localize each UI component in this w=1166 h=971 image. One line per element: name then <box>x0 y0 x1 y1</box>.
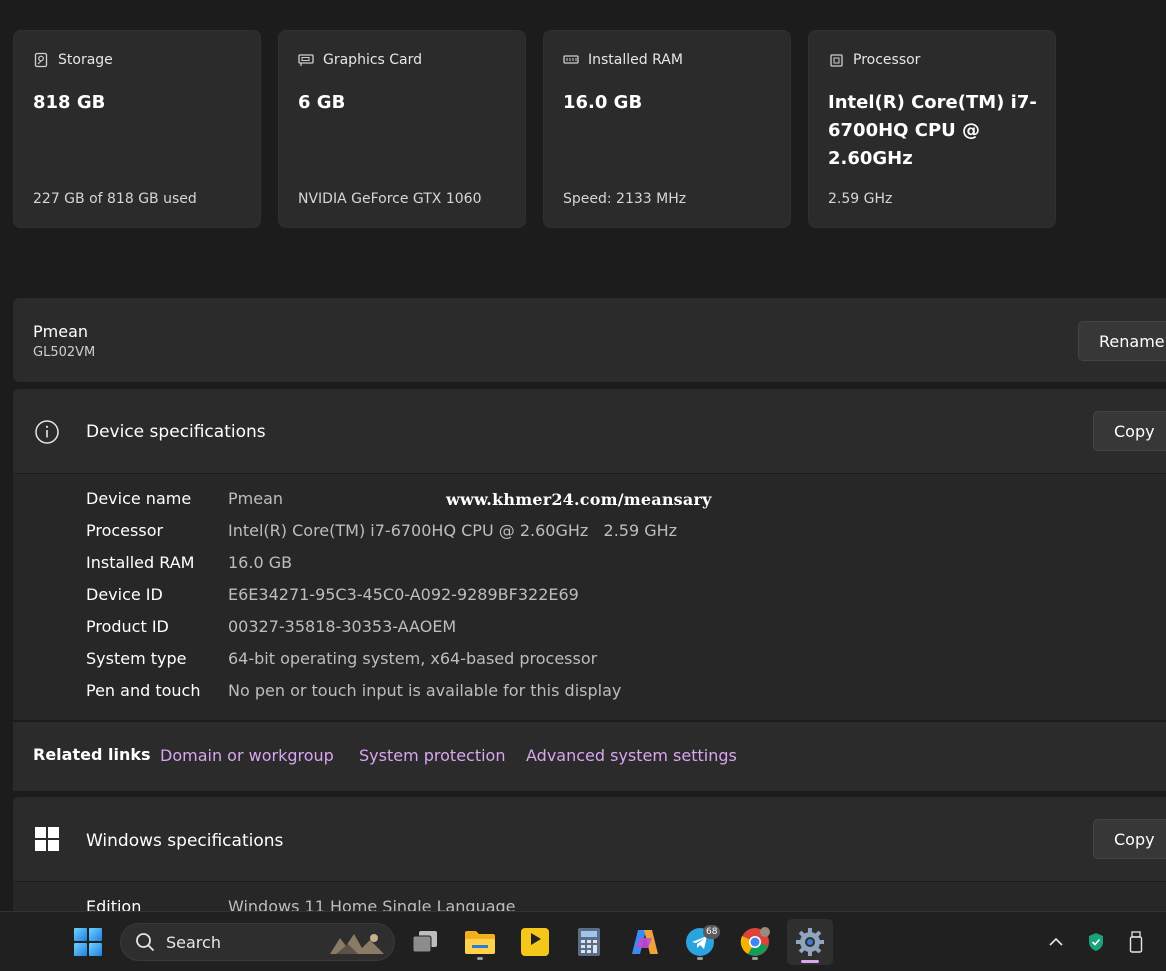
storage-usage: 227 GB of 818 GB used <box>33 191 197 207</box>
ram-card[interactable]: Installed RAM 16.0 GB Speed: 2133 MHz <box>543 30 791 228</box>
running-indicator <box>477 957 483 960</box>
spec-row-device-id: Device ID E6E34271-95C3-45C0-A092-9289BF… <box>86 578 579 610</box>
spec-key: Installed RAM <box>86 552 195 572</box>
spec-row-device-name: Device name Pmean <box>86 482 283 514</box>
link-domain-or-workgroup[interactable]: Domain or workgroup <box>160 746 334 765</box>
spec-row-processor: Processor Intel(R) Core(TM) i7-6700HQ CP… <box>86 514 677 546</box>
chrome-button[interactable] <box>735 922 775 962</box>
gear-icon <box>796 928 824 956</box>
usb-device-tray-button[interactable] <box>1124 930 1148 954</box>
taskbar: Search 68 <box>0 911 1166 971</box>
ram-value: 16.0 GB <box>563 92 643 113</box>
media-player-button[interactable] <box>515 922 555 962</box>
storage-label: Storage <box>58 52 113 68</box>
spec-row-installed-ram: Installed RAM 16.0 GB <box>86 546 292 578</box>
spec-value: 00327-35818-30353-AAOEM <box>228 616 457 636</box>
telegram-button[interactable]: 68 <box>680 922 721 962</box>
spec-row-system-type: System type 64-bit operating system, x64… <box>86 642 597 674</box>
spec-row-pen-and-touch: Pen and touch No pen or touch input is a… <box>86 674 621 706</box>
ram-speed: Speed: 2133 MHz <box>563 191 687 207</box>
graphics-card-model: NVIDIA GeForce GTX 1060 <box>298 191 482 207</box>
processor-icon <box>828 52 844 68</box>
spec-value: E6E34271-95C3-45C0-A092-9289BF322E69 <box>228 584 579 604</box>
graphics-card-card[interactable]: Graphics Card 6 GB NVIDIA GeForce GTX 10… <box>278 30 526 228</box>
spec-value: Intel(R) Core(TM) i7-6700HQ CPU @ 2.60GH… <box>228 520 678 540</box>
shield-check-icon <box>1089 933 1103 951</box>
device-specifications-header[interactable]: Device specifications Copy <box>13 389 1166 473</box>
windows-specifications-body: Edition Windows 11 Home Single Language <box>13 882 1166 916</box>
processor-speed: 2.59 GHz <box>828 191 893 207</box>
running-indicator <box>752 957 758 960</box>
spec-row-product-id: Product ID 00327-35818-30353-AAOEM <box>86 610 456 642</box>
device-model: GL502VM <box>33 345 96 360</box>
graphics-card-label: Graphics Card <box>323 52 423 68</box>
copilot-button[interactable] <box>625 922 665 962</box>
device-specifications-body: Device name Pmean Processor Intel(R) Cor… <box>13 474 1166 720</box>
taskbar-search[interactable]: Search <box>120 923 395 961</box>
storage-value: 818 GB <box>33 92 106 113</box>
file-explorer-button[interactable] <box>460 922 500 962</box>
ram-label: Installed RAM <box>588 52 683 68</box>
storage-card[interactable]: Storage 818 GB 227 GB of 818 GB used <box>13 30 261 228</box>
processor-value: Intel(R) Core(TM) i7-6700HQ CPU @ 2.60GH… <box>828 92 1037 169</box>
search-icon <box>135 932 155 952</box>
show-hidden-icons-button[interactable] <box>1044 930 1068 954</box>
rename-button[interactable]: Rename <box>1078 321 1166 361</box>
graphics-card-value: 6 GB <box>298 92 346 113</box>
task-view-icon <box>412 931 437 953</box>
info-icon <box>34 419 60 445</box>
processor-card[interactable]: Processor Intel(R) Core(TM) i7-6700HQ CP… <box>808 30 1056 228</box>
usb-drive-icon <box>1129 931 1143 953</box>
windows-start-icon <box>74 928 102 956</box>
related-links-title: Related links <box>33 745 151 764</box>
processor-label: Processor <box>853 52 921 68</box>
spec-key: System type <box>86 648 187 668</box>
spec-value: No pen or touch input is available for t… <box>228 680 622 700</box>
page-title-fragment <box>22 0 52 6</box>
task-view-button[interactable] <box>405 922 445 962</box>
copy-device-specs-button[interactable]: Copy <box>1093 411 1166 451</box>
link-advanced-system-settings[interactable]: Advanced system settings <box>526 746 737 765</box>
calculator-button[interactable] <box>569 922 609 962</box>
windows-specifications-header[interactable]: Windows specifications Copy <box>13 797 1166 881</box>
file-explorer-icon <box>465 931 495 954</box>
ram-icon <box>563 52 579 68</box>
copy-windows-specs-button[interactable]: Copy <box>1093 819 1166 859</box>
device-name: Pmean <box>33 322 89 341</box>
spec-key: Device name <box>86 488 192 508</box>
spec-key: Pen and touch <box>86 680 201 700</box>
windows-logo-icon <box>35 827 59 851</box>
player-app-icon <box>521 928 549 956</box>
device-name-row: Pmean GL502VM Rename <box>13 298 1166 382</box>
settings-button[interactable] <box>787 919 833 965</box>
chrome-icon <box>740 927 770 956</box>
spec-value: 16.0 GB <box>228 552 293 572</box>
spec-key: Device ID <box>86 584 163 604</box>
graphics-card-icon <box>298 52 314 68</box>
link-system-protection[interactable]: System protection <box>359 746 505 765</box>
start-button[interactable] <box>68 922 108 962</box>
calculator-icon <box>578 928 600 956</box>
storage-icon <box>33 52 49 68</box>
chevron-up-icon <box>1049 937 1063 946</box>
security-tray-button[interactable] <box>1084 930 1108 954</box>
search-highlight-illustration-icon <box>328 930 386 956</box>
search-label: Search <box>166 932 221 952</box>
spec-key: Product ID <box>86 616 169 636</box>
telegram-unread-badge: 68 <box>703 925 721 939</box>
copilot-icon <box>632 930 658 954</box>
running-indicator <box>697 957 703 960</box>
spec-value: Pmean <box>228 488 284 508</box>
active-indicator <box>801 960 819 963</box>
device-specifications-title: Device specifications <box>86 422 266 442</box>
spec-key: Processor <box>86 520 164 540</box>
related-links-bar: Related links Domain or workgroup System… <box>13 721 1166 791</box>
watermark-text: www.khmer24.com/meansary <box>446 490 712 509</box>
windows-specifications-title: Windows specifications <box>86 831 284 851</box>
spec-value: 64-bit operating system, x64-based proce… <box>228 648 598 668</box>
